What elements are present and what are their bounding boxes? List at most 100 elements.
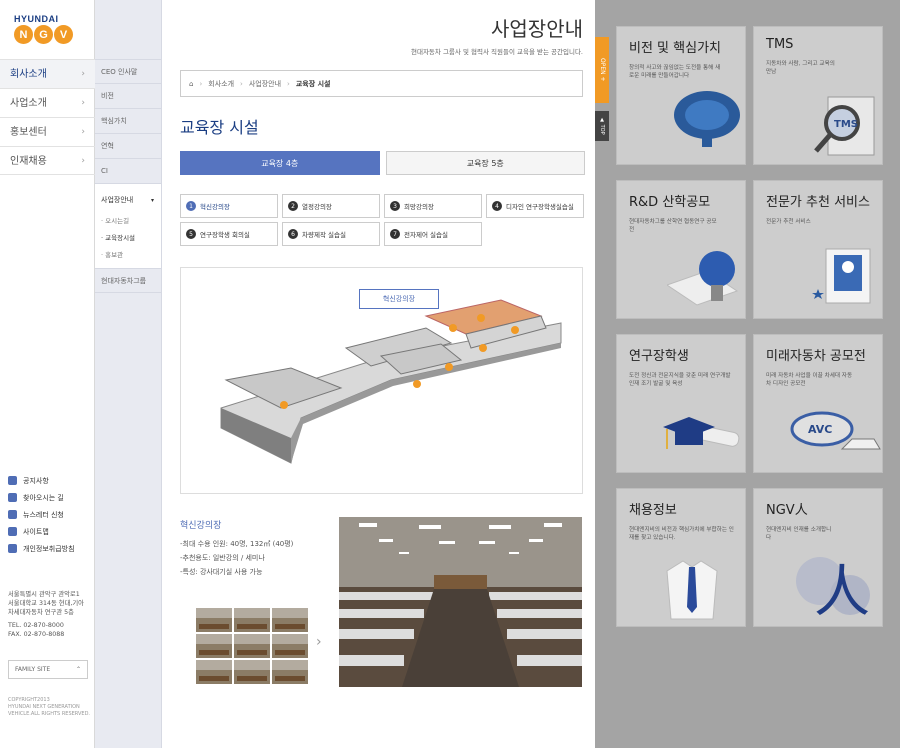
shirt-tie-icon	[666, 560, 718, 620]
floor-tabs: 교육장 4층 교육장 5층	[180, 151, 585, 175]
thumbnail[interactable]	[196, 608, 232, 632]
caret-down-icon: ▾	[150, 197, 154, 204]
third-item-facilities[interactable]: · 교육장시설	[95, 230, 161, 247]
thumbnail[interactable]	[196, 634, 232, 658]
quick-link-sitemap[interactable]: 사이트맵	[8, 523, 92, 540]
quick-link-newsletter[interactable]: 뉴스레터 신청	[8, 506, 92, 523]
tms-magnifier-icon: TMS	[814, 96, 875, 156]
copyright: COPYRIGHT2013 HYUNDAI NEXT GENERATION VEHI…	[8, 697, 91, 717]
room-marker[interactable]	[479, 344, 487, 352]
svg-text:AVC: AVC	[808, 423, 832, 436]
sub-item-history[interactable]: 연혁	[95, 134, 161, 159]
sitemap-icon	[8, 527, 17, 536]
card-ngv-people[interactable]: NGV人 현대엔지비 인재를 소개합니다 人	[753, 488, 883, 627]
left-sidebar: HYUNDAI N G V 회사소개 › 사업소개 › 홍보센터 › 인재채용 › 공지…	[0, 0, 95, 748]
nav-item-recruit[interactable]: 인재채용 ›	[0, 146, 95, 175]
third-item-directions[interactable]: · 오시는길	[95, 213, 161, 230]
sub-item-sites[interactable]: 사업장안내 ▾	[95, 188, 161, 213]
sub-item-ci[interactable]: CI	[95, 159, 161, 184]
nav-item-business[interactable]: 사업소개 ›	[0, 88, 95, 117]
room-buttons: 1 혁신강의장 2 열정강의장 3 희망강의장 4 디자인 연구장학생실습실 5 연구장학…	[180, 194, 585, 246]
room-button[interactable]: 2 열정강의장	[282, 194, 380, 218]
breadcrumb-item[interactable]: 회사소개	[208, 79, 234, 89]
nav-item-pr[interactable]: 홍보센터 ›	[0, 117, 95, 146]
room-marker[interactable]	[413, 380, 421, 388]
right-panel: 비전 및 핵심가치 창의적 사고와 끊임없는 도전을 통해 새로운 미래를 만들…	[595, 0, 900, 748]
lightbulb-icon	[667, 251, 739, 306]
room-marker[interactable]	[280, 401, 288, 409]
chevron-right-icon: ›	[81, 156, 85, 166]
room-photo	[339, 517, 582, 687]
card-rnd[interactable]: R&D 산학공모 현대자동차그룹 산학연 협동연구 공모전	[616, 180, 746, 319]
room-button[interactable]: 4 디자인 연구장학생실습실	[486, 194, 584, 218]
quick-link-privacy[interactable]: 개인정보취급방침	[8, 540, 92, 557]
top-button[interactable]: ▲ TOP	[595, 111, 609, 141]
breadcrumb-item[interactable]: 사업장안내	[249, 79, 281, 89]
nav-item-company[interactable]: 회사소개 ›	[0, 59, 95, 88]
breadcrumb-current: 교육장 시설	[295, 79, 331, 88]
open-tab[interactable]: OPEN +	[595, 37, 609, 103]
sub-item-vision[interactable]: 비전	[95, 84, 161, 109]
photo-thumbnails	[196, 608, 308, 684]
card-recruit[interactable]: 채용정보 현대엔지비의 비전과 핵심가치에 부합하는 인재를 찾고 있습니다.	[616, 488, 746, 627]
privacy-icon	[8, 544, 17, 553]
card-expert[interactable]: 전문가 추천 서비스 전문가 추천 서비스	[753, 180, 883, 319]
thumbnail[interactable]	[196, 660, 232, 684]
quick-link-location[interactable]: 찾아오시는 길	[8, 489, 92, 506]
thumbnail[interactable]	[272, 660, 308, 684]
card-vision[interactable]: 비전 및 핵심가치 창의적 사고와 끊임없는 도전을 통해 새로운 미래를 만들…	[616, 26, 746, 165]
thumbnail[interactable]	[272, 634, 308, 658]
person-char-icon: 人	[796, 557, 870, 621]
room-marker[interactable]	[449, 324, 457, 332]
tab-floor-5[interactable]: 교육장 5층	[385, 151, 585, 175]
logo-letter: N	[14, 25, 33, 44]
next-arrow-icon[interactable]: ›	[316, 634, 322, 650]
room-button[interactable]: 1 혁신강의장	[180, 194, 278, 218]
chevron-right-icon: ›	[81, 127, 85, 137]
page-title: 사업장안내	[491, 17, 583, 41]
graduation-cap-icon	[663, 417, 740, 449]
breadcrumb: ⌂ › 회사소개 › 사업장안내 › 교육장 시설	[180, 70, 583, 97]
thumbnail[interactable]	[234, 660, 270, 684]
section-title: 교육장 시설	[180, 118, 259, 137]
home-icon[interactable]: ⌂	[189, 80, 193, 88]
room-marker[interactable]	[445, 363, 453, 371]
address: 서울특별시 관악구 관악로1 서울대학교 314동 현대,기아 차세대자동차 연…	[8, 591, 84, 638]
card-scholarship[interactable]: 연구장학생 도전 정신과 전문지식을 갖춘 미래 연구개발 인재 조기 발굴 및…	[616, 334, 746, 473]
chevron-right-icon: ›	[81, 69, 85, 79]
page-description: 현대자동차 그룹사 및 협력사 직원들이 교육을 받는 공간입니다.	[410, 48, 583, 56]
family-site-select[interactable]: FAMILY SITE ⌃	[8, 660, 88, 679]
sub-item-group[interactable]: 현대자동차그룹	[95, 268, 161, 293]
quick-link-notice[interactable]: 공지사항	[8, 472, 92, 489]
thumbnail[interactable]	[234, 608, 270, 632]
brain-icon	[674, 91, 740, 147]
room-title: 혁신강의장	[180, 521, 222, 531]
room-button[interactable]: 3 희망강의장	[384, 194, 482, 218]
quick-links: 공지사항 찾아오시는 길 뉴스레터 신청 사이트맵 개인정보취급방침	[8, 472, 92, 557]
room-button[interactable]: 6 차량제작 실습실	[282, 222, 380, 246]
sub-item-values[interactable]: 핵심가치	[95, 109, 161, 134]
sub-nav: CEO 인사말 비전 핵심가치 연혁 CI 사업장안내 ▾ · 오시는길 · 교육…	[95, 0, 162, 748]
card-tms[interactable]: TMS 지동차와 사람, 그리고 교육의 만남 TMS	[753, 26, 883, 165]
room-button[interactable]: 5 연구장학생 회의실	[180, 222, 278, 246]
tab-floor-4[interactable]: 교육장 4층	[180, 151, 380, 175]
floor-plan: 혁신강의장	[180, 267, 583, 494]
ngv-logo[interactable]: HYUNDAI N G V	[14, 14, 84, 50]
caret-up-icon: ⌃	[75, 666, 81, 673]
third-item-pr-hall[interactable]: · 홍보관	[95, 247, 161, 264]
location-icon	[8, 493, 17, 502]
main-content: 사업장안내 현대자동차 그룹사 및 협력사 직원들이 교육을 받는 공간입니다.…	[162, 0, 595, 748]
svg-text:人: 人	[814, 560, 870, 621]
thumbnail[interactable]	[234, 634, 270, 658]
logo-brand: HYUNDAI	[14, 14, 59, 24]
room-marker[interactable]	[511, 326, 519, 334]
mail-icon	[8, 510, 17, 519]
room-button[interactable]: 7 전자제어 실습실	[384, 222, 482, 246]
room-marker[interactable]	[477, 314, 485, 322]
avc-car-icon: AVC	[790, 411, 881, 450]
notice-icon	[8, 476, 17, 485]
main-nav: 회사소개 › 사업소개 › 홍보센터 › 인재채용 ›	[0, 59, 95, 175]
sub-item-ceo[interactable]: CEO 인사말	[95, 59, 161, 84]
thumbnail[interactable]	[272, 608, 308, 632]
card-future-car[interactable]: 미래자동차 공모전 미래 자동차 사업을 이끌 차세대 자동차 디자인 공모전 …	[753, 334, 883, 473]
